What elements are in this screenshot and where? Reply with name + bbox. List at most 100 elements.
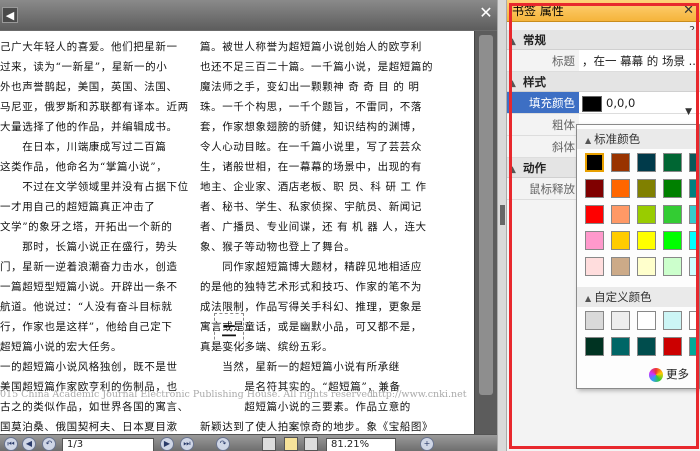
text-line: 这类作品，他命名为“掌篇小说”， <box>0 161 168 173</box>
text-line: 己广大年轻人的喜爱。他们把星新一 <box>0 41 178 53</box>
zoom-level-input[interactable]: 81.21% <box>326 438 396 451</box>
color-swatch-1-4[interactable] <box>689 337 699 356</box>
color-swatch-1-3[interactable] <box>663 179 682 198</box>
palette-icon <box>649 367 663 382</box>
color-swatch-2-2[interactable] <box>637 205 656 224</box>
section-number: 二 <box>214 313 244 349</box>
color-swatch-0-3[interactable] <box>663 153 682 172</box>
fill-color-dropdown[interactable]: 0,0,0 <box>579 92 700 113</box>
color-swatch-4-1[interactable] <box>611 257 630 276</box>
text-line: 超短篇小说的宏大任务。 <box>0 341 123 353</box>
text-line: 令人心动目眩。在一千篇小说里，写了芸芸众 <box>200 141 422 153</box>
category-general[interactable]: ▲ 常规 <box>507 30 700 50</box>
color-swatch-4-2[interactable] <box>637 257 656 276</box>
category-style[interactable]: ▲ 样式 <box>507 72 700 92</box>
page-number-input[interactable]: 1/3 <box>62 438 154 451</box>
text-line: 一的超短篇小说风格独创，既不是世 <box>0 361 178 373</box>
close-document-button[interactable]: ✕ <box>478 5 494 21</box>
standard-colors-label: 标准颜色 <box>594 132 641 146</box>
color-swatch-3-1[interactable] <box>611 231 630 250</box>
single-page-icon[interactable] <box>262 437 276 451</box>
document-tab-bar: ◀ ✕ <box>0 0 497 30</box>
color-swatch-3-4[interactable] <box>689 231 699 250</box>
property-label: 鼠标释放 <box>507 178 579 199</box>
color-swatch-0-0[interactable] <box>585 153 604 172</box>
text-line: 篇。被世人称誉为超短篇小说创始人的欧亨利 <box>200 41 422 53</box>
color-swatch-2-1[interactable] <box>611 205 630 224</box>
color-swatch-1-2[interactable] <box>637 337 656 356</box>
next-page-icon[interactable]: ▶ <box>160 437 174 451</box>
color-swatch-0-1[interactable] <box>611 311 630 330</box>
panel-title-text: 书签 属性 <box>512 4 564 18</box>
document-page[interactable]: 己广大年轻人的喜爱。他们把星新一 过来，读为“一新星”，星新一的小 外也声誉鹊起，美… <box>0 31 474 434</box>
color-swatch-0-4[interactable] <box>689 153 699 172</box>
color-swatch-1-1[interactable] <box>611 179 630 198</box>
facing-page-icon[interactable] <box>304 437 318 451</box>
color-swatch-1-0[interactable] <box>585 337 604 356</box>
text-line: 象、猴子等动物也登上了舞台。 <box>200 241 356 253</box>
text-line: 套，作家想象翅膀的骄健，知识结构的渊博， <box>200 121 422 133</box>
text-line: 文学”的象牙之塔，开拓出一个新的 <box>0 221 173 233</box>
text-line: 国莫泊桑、俄国契柯夫、日本夏目漱 <box>0 421 178 433</box>
tab-scroll-left-button[interactable]: ◀ <box>2 7 18 23</box>
zoom-in-icon[interactable]: + <box>420 437 434 451</box>
panel-splitter[interactable] <box>497 0 507 451</box>
last-page-icon[interactable]: ⏭ <box>180 437 194 451</box>
property-row-title[interactable]: 标题 ，在一 幕幕 的 场景 ... <box>507 50 700 72</box>
text-line: 在日本，川端康成写过二百篇 <box>0 141 167 153</box>
color-swatch-1-1[interactable] <box>611 337 630 356</box>
text-line: 的是他的独特艺术形式和技巧、作家的笔不为 <box>200 281 422 293</box>
chevron-down-icon[interactable]: ▼ <box>685 107 692 117</box>
text-line: 不过在文学领域里并没有占据下位 <box>0 181 189 193</box>
color-swatch-4-4[interactable] <box>689 257 699 276</box>
first-page-icon[interactable]: ⏮ <box>4 437 18 451</box>
color-swatch-2-4[interactable] <box>689 205 699 224</box>
property-label: 标题 <box>507 50 579 71</box>
color-swatch-2-0[interactable] <box>585 205 604 224</box>
collapse-icon[interactable]: ▲ <box>585 294 591 303</box>
text-line: 超短篇小说的三要素。作品立意的 <box>200 401 411 413</box>
collapse-icon[interactable]: ▲ <box>509 32 519 52</box>
color-swatch-1-3[interactable] <box>663 337 682 356</box>
color-swatch-0-2[interactable] <box>637 311 656 330</box>
property-row-fill-color[interactable]: 填充颜色 0,0,0 <box>507 92 700 114</box>
custom-colors-label: 自定义颜色 <box>594 290 652 304</box>
color-swatch-3-0[interactable] <box>585 231 604 250</box>
text-line: 那时，长篇小说正在盛行，势头 <box>0 241 178 253</box>
collapse-icon[interactable]: ▲ <box>509 160 519 180</box>
more-colors-button[interactable]: 更多 <box>649 366 689 382</box>
color-swatch-3-3[interactable] <box>663 231 682 250</box>
text-line: 珠。一千个构思，一千个题旨，不雷同，不落 <box>200 101 422 113</box>
close-icon[interactable]: ✕ <box>683 0 694 22</box>
back-icon[interactable]: ↶ <box>42 437 56 451</box>
color-swatch-0-3[interactable] <box>663 311 682 330</box>
scrollbar-thumb[interactable] <box>479 35 493 395</box>
color-swatch-4-0[interactable] <box>585 257 604 276</box>
collapse-icon[interactable]: ▲ <box>509 74 519 94</box>
property-label: 斜体 <box>507 136 579 157</box>
color-swatch-3-2[interactable] <box>637 231 656 250</box>
forward-icon[interactable]: ↷ <box>216 437 230 451</box>
fill-color-value: 0,0,0 <box>606 96 636 110</box>
splitter-grip-icon[interactable] <box>500 205 505 225</box>
text-line: 一才用自己的超短篇真正冲击了 <box>0 201 156 213</box>
color-swatch-4-3[interactable] <box>663 257 682 276</box>
vertical-scrollbar[interactable] <box>474 31 497 434</box>
color-swatch-0-4[interactable] <box>689 311 699 330</box>
color-swatch-2-3[interactable] <box>663 205 682 224</box>
text-column-right: 篇。被世人称誉为超短篇小说创始人的欧亨利 也还不足三百二十篇。一千篇小说，是超短篇… <box>200 37 474 434</box>
color-swatch-0-0[interactable] <box>585 311 604 330</box>
collapse-icon[interactable]: ▲ <box>585 136 591 145</box>
color-swatch-0-1[interactable] <box>611 153 630 172</box>
color-swatch-0-2[interactable] <box>637 153 656 172</box>
color-swatch-1-4[interactable] <box>689 179 699 198</box>
text-line: 行，作家也是这样”，他给自己定下 <box>0 321 173 333</box>
color-swatch-1-0[interactable] <box>585 179 604 198</box>
category-label: 样式 <box>523 75 547 89</box>
color-swatch-1-2[interactable] <box>637 179 656 198</box>
text-line: 门，星新一逆着浪潮奋力击水，创造 <box>0 261 178 273</box>
prev-page-icon[interactable]: ◀ <box>22 437 36 451</box>
text-line: 大量选择了他的作品，并编辑成书。 <box>0 121 178 133</box>
continuous-page-icon[interactable] <box>284 437 298 451</box>
title-value-field[interactable]: ，在一 幕幕 的 场景 ... <box>579 50 700 71</box>
